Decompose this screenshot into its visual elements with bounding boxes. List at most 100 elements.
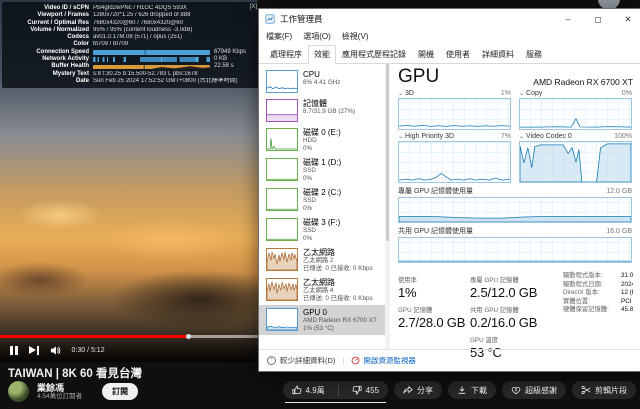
- gpu-panel-title: GPU: [398, 66, 439, 87]
- sidebar-scrollbar[interactable]: [385, 64, 390, 349]
- resource-monitor-label: 開啟資源監視器: [363, 355, 416, 366]
- like-button[interactable]: 4.9萬: [283, 381, 334, 399]
- share-button[interactable]: 分享: [394, 381, 442, 399]
- dedicated-memory-value: 2.5/12.0 GB: [470, 285, 563, 300]
- thumbs-up-icon: [292, 385, 302, 395]
- like-dislike-pill: 4.9萬 455: [283, 381, 388, 399]
- sidebar-item-cpu[interactable]: CPU 6% 4.41 GHz: [259, 67, 385, 96]
- chart-3d-header[interactable]: ⌄3D 1%: [398, 90, 511, 97]
- share-label: 分享: [417, 385, 433, 396]
- sidebar-item-disk3[interactable]: 磁碟 3 (F:) SSD 0%: [259, 215, 385, 245]
- chevron-down-icon: ⌄: [398, 134, 403, 140]
- stats-row: Video ID / sCPN PB4gId2wPNc / H1GC 4DQS …: [5, 5, 256, 12]
- subscribe-button[interactable]: 訂閱: [102, 383, 138, 400]
- sidebar-item-memory[interactable]: 記憶體 8.7/31.9 GB (27%): [259, 96, 385, 125]
- chevron-down-icon: ⌄: [519, 91, 524, 97]
- stats-value: 22.58 s: [210, 63, 256, 70]
- stats-label: Connection Speed: [5, 49, 93, 56]
- minimize-button[interactable]: –: [553, 9, 583, 29]
- shared-memory-chart: 共用 GPU 記憶體使用量 16.0 GB: [398, 223, 632, 263]
- stats-row: Viewport / Frames 1280x720*1.25 / 626 dr…: [5, 12, 256, 19]
- channel-row: 業餘馮 4.54萬位訂閱者 訂閱: [8, 381, 138, 402]
- channel-avatar[interactable]: [8, 381, 29, 402]
- tab-processes[interactable]: 處理程序: [264, 45, 308, 64]
- menu-bar: 檔案(F) 選項(O) 檢視(V): [259, 29, 640, 44]
- next-video-icon[interactable]: [29, 346, 39, 355]
- fewer-details-label: 較少詳細資料(D): [280, 355, 335, 366]
- chart-codec-header[interactable]: ⌄Video Codec 0 100%: [519, 133, 632, 140]
- volume-icon[interactable]: [50, 345, 61, 356]
- stats-label: Video ID / sCPN: [5, 5, 93, 12]
- tab-details[interactable]: 詳細資料: [476, 45, 520, 64]
- dedicated-memory-header: 專屬 GPU 記憶體使用量 12.0 GB: [398, 186, 632, 196]
- clip-button[interactable]: 剪輯片段: [572, 381, 636, 399]
- stats-row-mystery: Mystery Text s:8 t:30.25 b:15.500-52.783…: [5, 71, 256, 78]
- ethernet4-mini-graph: [266, 278, 298, 301]
- tab-startup[interactable]: 開機: [412, 45, 440, 64]
- chart-3d: ⌄3D 1%: [398, 87, 511, 130]
- stats-row-date: Date Sun Feb 25 2024 17:52:52 GMT+0800 (…: [5, 78, 256, 85]
- fewer-details-button[interactable]: ⌃ 較少詳細資料(D): [267, 355, 335, 366]
- buffer-health-bar: [93, 65, 210, 70]
- tab-services[interactable]: 服務: [520, 45, 548, 64]
- sidebar-item-disk0[interactable]: 磁碟 0 (E:) HDD 0%: [259, 125, 385, 155]
- tab-strip: 處理程序 效能 應用程式歷程記錄 開機 使用者 詳細資料 服務: [259, 44, 640, 64]
- stats-label: Network Activity: [5, 56, 93, 63]
- ethernet2-mini-graph: [266, 248, 298, 271]
- gpu-stats-col2: 專屬 GPU 記憶體 2.5/12.0 GB 共用 GPU 記憶體 0.2/16…: [470, 270, 563, 360]
- menu-view[interactable]: 檢視(V): [342, 31, 369, 42]
- sidebar-item-disk1[interactable]: 磁碟 1 (D:) SSD 0%: [259, 155, 385, 185]
- video-player[interactable]: [X] Video ID / sCPN PB4gId2wPNc / H1GC 4…: [0, 0, 258, 362]
- shared-memory-value: 0.2/16.0 GB: [470, 315, 563, 330]
- download-label: 下載: [471, 385, 487, 396]
- chart-copy-header[interactable]: ⌄Copy 0%: [519, 90, 632, 97]
- open-resource-monitor-link[interactable]: 開啟資源監視器: [351, 355, 416, 366]
- pause-button-icon[interactable]: [10, 346, 18, 355]
- sidebar-item-ethernet4[interactable]: 乙太網路 乙太網路 4 已傳送: 0 已接收: 0 Kbps: [259, 275, 385, 305]
- task-manager-app-icon: [265, 14, 275, 24]
- dislike-count: 455: [366, 386, 379, 395]
- tab-app-history[interactable]: 應用程式歷程記錄: [336, 45, 412, 64]
- sidebar-item-ethernet2[interactable]: 乙太網路 乙太網路 2 已傳送: 0 已接收: 0 Kbps: [259, 245, 385, 275]
- share-icon: [403, 385, 413, 395]
- pill-divider: [338, 385, 339, 396]
- menu-options[interactable]: 選項(O): [303, 31, 331, 42]
- menu-file[interactable]: 檔案(F): [266, 31, 292, 42]
- stats-label: Mystery Text: [5, 71, 93, 78]
- tab-users[interactable]: 使用者: [440, 45, 476, 64]
- tab-performance[interactable]: 效能: [308, 45, 336, 64]
- dislike-button[interactable]: 455: [343, 381, 388, 399]
- super-thanks-button[interactable]: $ 超級感謝: [502, 381, 566, 399]
- gpu-device-name: AMD Radeon RX 6700 XT: [533, 77, 633, 87]
- scissors-icon: [581, 385, 591, 395]
- thumbs-down-icon: [352, 385, 362, 395]
- maximize-button[interactable]: ◻: [583, 9, 613, 29]
- svg-text:$: $: [515, 387, 518, 392]
- download-button[interactable]: 下載: [448, 381, 496, 399]
- window-controls: – ◻ ✕: [553, 9, 640, 29]
- buffer-health-graph: [93, 65, 210, 70]
- dedicated-memory-label: 專屬 GPU 記憶體: [470, 275, 563, 284]
- sidebar-item-disk2[interactable]: 磁碟 2 (C:) SSD 0%: [259, 185, 385, 215]
- stats-close-button[interactable]: [X]: [250, 4, 257, 11]
- stats-row-connection-speed: Connection Speed 67949 Kbps: [5, 49, 256, 56]
- stats-value: bt709 / bt709: [93, 41, 256, 48]
- stats-label: Viewport / Frames: [5, 12, 93, 19]
- chart-codec-graph: [519, 141, 632, 183]
- footer-divider: |: [342, 356, 344, 365]
- channel-name[interactable]: 業餘馮: [37, 383, 82, 393]
- close-button[interactable]: ✕: [613, 9, 640, 29]
- player-controls: 0:30 / 5:12: [0, 338, 258, 362]
- gpu-header: GPU AMD Radeon RX 6700 XT: [398, 66, 633, 87]
- chart-hp3d-header[interactable]: ⌄High Priority 3D 7%: [398, 133, 511, 140]
- sidebar-item-gpu0[interactable]: GPU 0 AMD Radeon RX 6700 XT 1% (53 °C): [259, 305, 385, 335]
- disk0-mini-graph: [266, 128, 298, 151]
- stats-value: 95% / 95% (content loudness -3.0dB): [93, 27, 256, 34]
- title-bar[interactable]: 工作管理員 – ◻ ✕: [259, 9, 640, 29]
- chart-3d-graph: [398, 98, 511, 130]
- gpu-memory-value: 2.7/28.0 GB: [398, 315, 470, 330]
- network-activity-bar: [93, 57, 210, 62]
- disk2-mini-graph: [266, 188, 298, 211]
- like-count: 4.9萬: [306, 385, 325, 396]
- stats-label: Codecs: [5, 34, 93, 41]
